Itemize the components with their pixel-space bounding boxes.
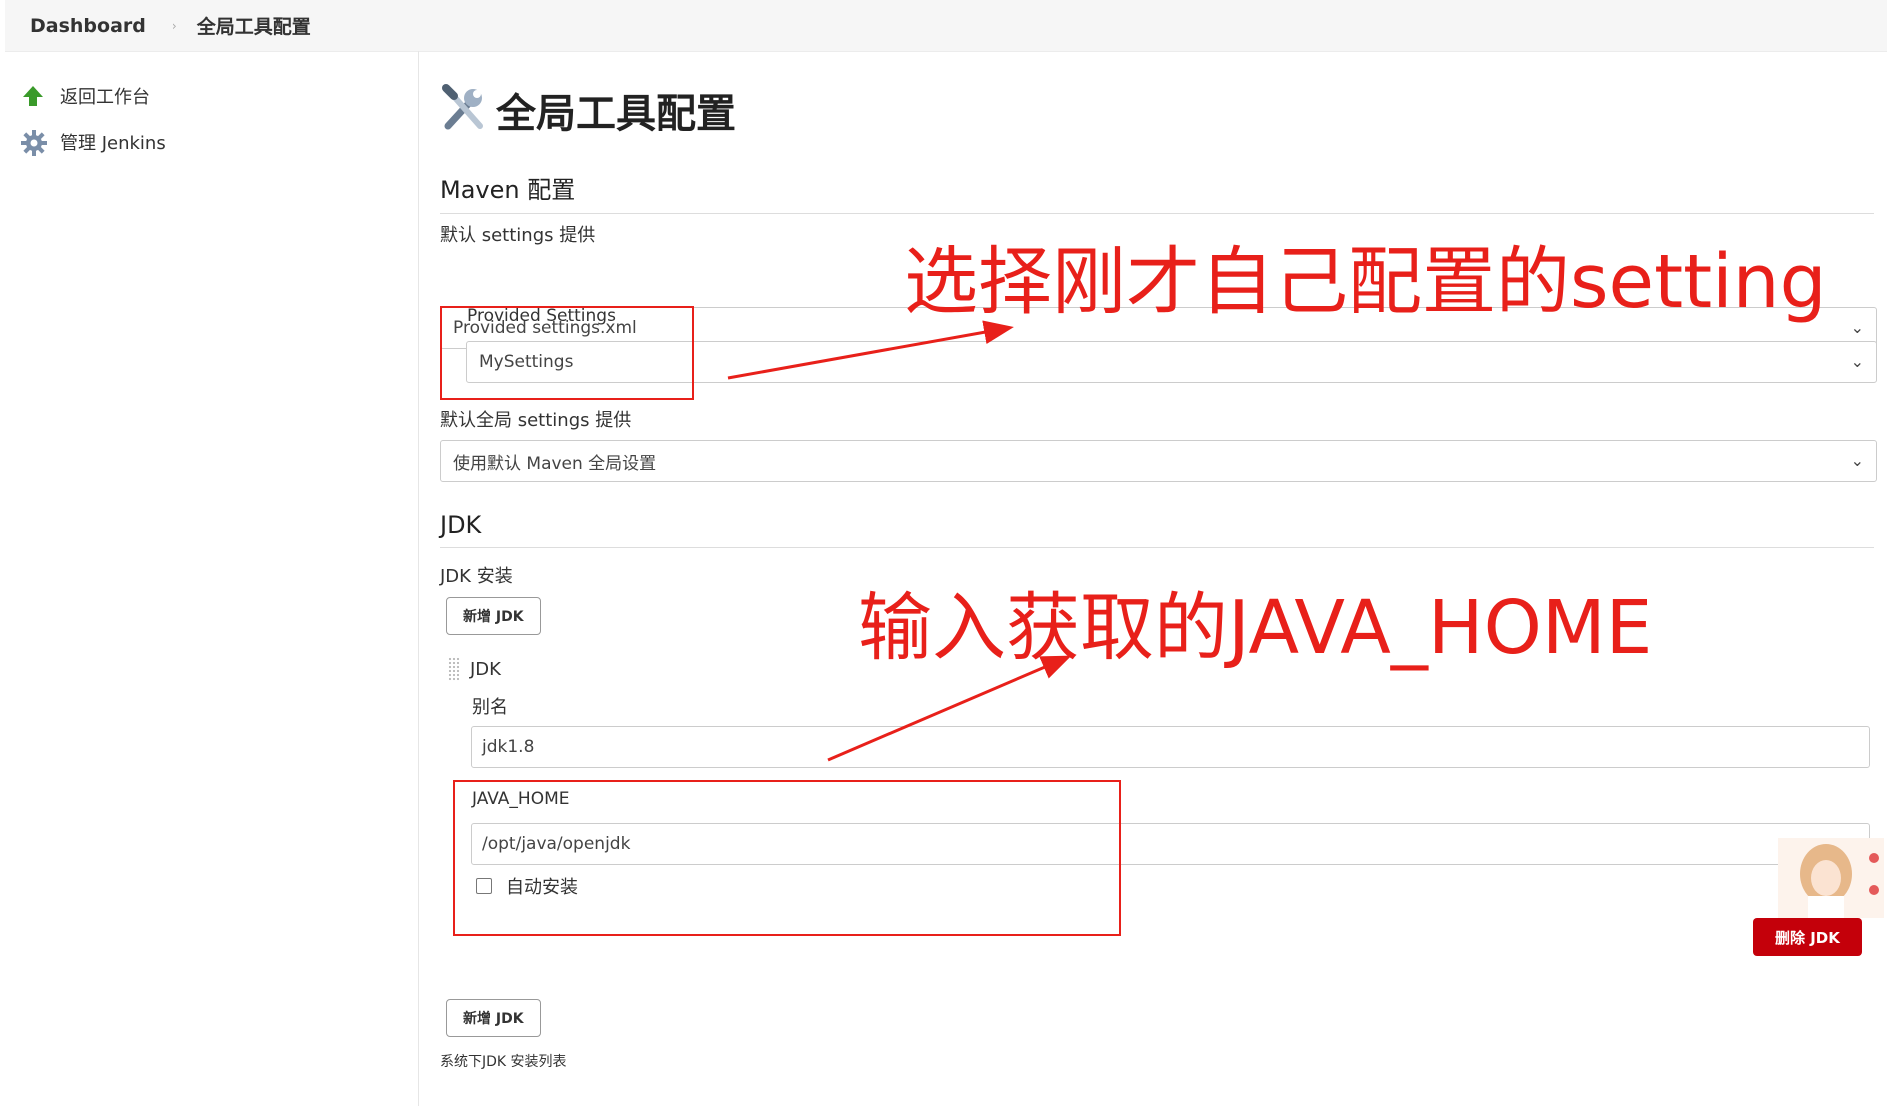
- java-home-arrow: [827, 655, 1072, 762]
- settings-arrow: [727, 320, 1014, 380]
- annotation-arrows: [727, 320, 1072, 762]
- avatar[interactable]: [1778, 838, 1884, 922]
